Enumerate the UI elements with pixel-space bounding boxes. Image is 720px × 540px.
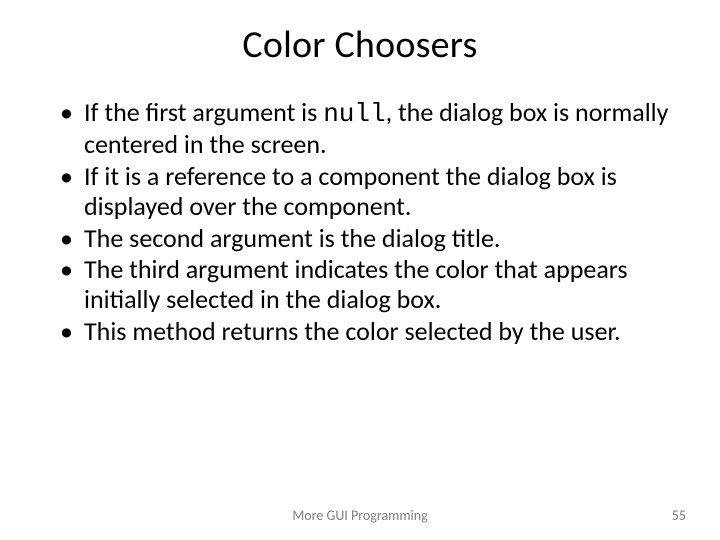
footer-text: More GUI Programming <box>0 507 720 524</box>
bullet-item: If the first argument is null, the dialo… <box>58 98 670 160</box>
bullet-text: If the first argument is <box>84 96 323 128</box>
bullet-item: The second argument is the dialog title. <box>58 224 670 254</box>
page-number: 55 <box>672 507 686 524</box>
slide: Color Choosers If the first argument is … <box>0 0 720 540</box>
bullet-text: The second argument is the dialog title. <box>84 222 500 254</box>
bullet-text: This method returns the color selected b… <box>84 315 621 347</box>
bullet-item: This method returns the color selected b… <box>58 317 670 347</box>
code-literal: null <box>323 99 385 129</box>
bullet-item: The third argument indicates the color t… <box>58 255 670 315</box>
bullet-text: The third argument indicates the color t… <box>84 253 628 315</box>
bullet-text: If it is a reference to a component the … <box>84 160 617 222</box>
bullet-item: If it is a reference to a component the … <box>58 162 670 222</box>
bullet-list: If the first argument is null, the dialo… <box>50 98 670 347</box>
slide-title: Color Choosers <box>50 22 670 68</box>
